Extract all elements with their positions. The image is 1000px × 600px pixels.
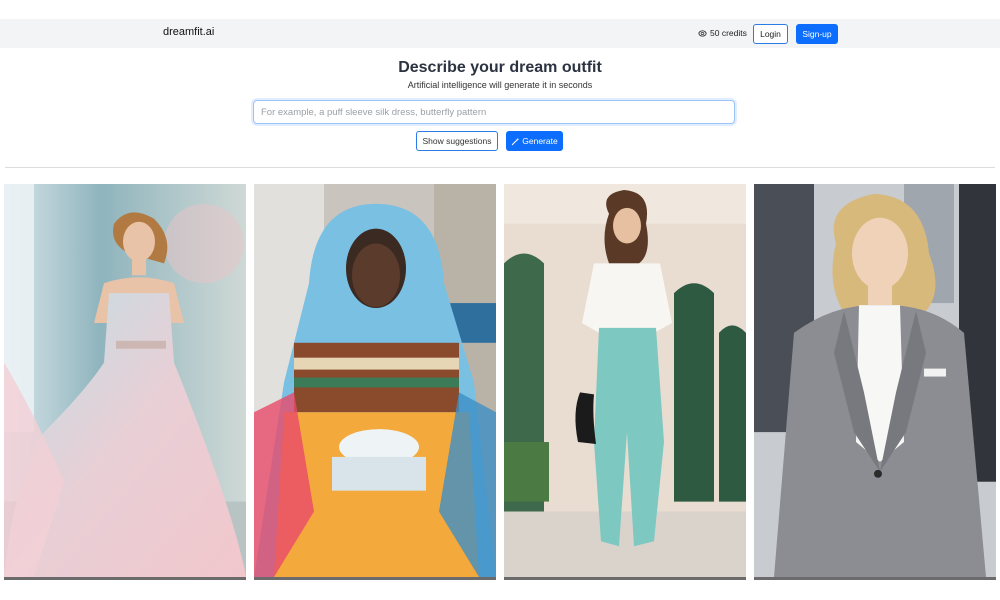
- gallery-image-3[interactable]: [504, 184, 746, 580]
- gallery-image-1[interactable]: [4, 184, 246, 580]
- generate-label: Generate: [522, 136, 558, 146]
- show-suggestions-button[interactable]: Show suggestions: [416, 131, 498, 151]
- page-title: Describe your dream outfit: [398, 59, 602, 76]
- magic-wand-icon: [512, 137, 520, 145]
- section-divider: [5, 167, 995, 168]
- page-subtitle: Artificial intelligence will generate it…: [407, 80, 593, 90]
- coin-icon: [698, 29, 707, 37]
- credits-display: 50 credits: [698, 28, 747, 38]
- navbar: dreamfit.ai 50 credits Login Sign-up: [0, 19, 1000, 48]
- login-button[interactable]: Login: [753, 24, 788, 44]
- signup-button[interactable]: Sign-up: [796, 24, 838, 44]
- generate-button[interactable]: Generate: [506, 131, 563, 151]
- brand-logo[interactable]: dreamfit.ai: [163, 26, 214, 38]
- outfit-prompt-input[interactable]: [253, 100, 735, 124]
- gallery-image-4[interactable]: [754, 184, 996, 580]
- gallery-image-2[interactable]: [254, 184, 496, 580]
- credits-label: 50 credits: [710, 28, 747, 38]
